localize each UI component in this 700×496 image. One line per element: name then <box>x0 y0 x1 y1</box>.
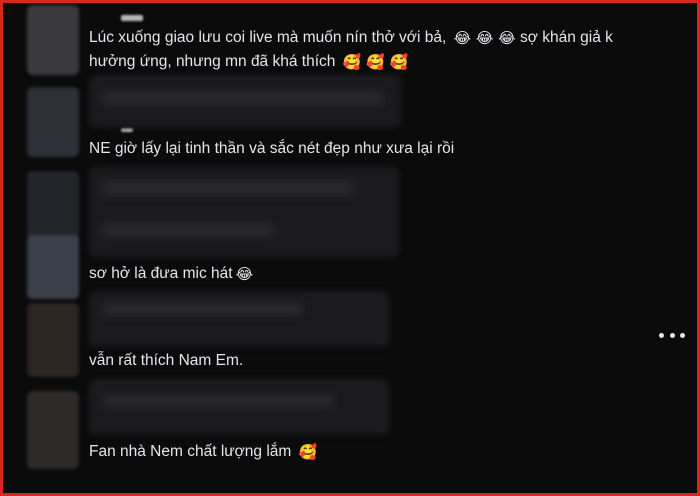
comment-text-part: NE giờ lấy lại tinh thần và sắc nét đẹp … <box>89 140 455 157</box>
emoji: 😂 <box>235 265 254 283</box>
avatar[interactable] <box>27 303 79 377</box>
avatar[interactable] <box>27 171 79 241</box>
comment-text-part: sơ hở là đưa mic hát <box>89 265 233 282</box>
comment-text-part: Lúc xuống giao lưu coi live mà muốn nín … <box>89 29 447 46</box>
emoji: 🥰 🥰 🥰 <box>342 53 409 71</box>
redacted-text-line <box>103 303 303 315</box>
dot <box>659 332 664 338</box>
redacted-text-line <box>103 395 333 407</box>
redacted-text-line <box>103 181 353 195</box>
redacted-comment-block <box>89 291 389 347</box>
comment-text: vẫn rất thích Nam Em. <box>89 349 243 372</box>
comment-text: Lúc xuống giao lưu coi live mà muốn nín … <box>89 26 613 74</box>
redacted-text-line <box>103 91 383 105</box>
comment-text: sơ hở là đưa mic hát 😂 <box>89 262 253 286</box>
comment-text-part: vẫn rất thích Nam Em. <box>89 352 244 369</box>
avatar[interactable] <box>27 5 79 75</box>
redacted-text-line <box>103 223 273 237</box>
redacted-comment-block <box>89 379 389 435</box>
comment-text-part: sợ khán giả k <box>520 29 613 46</box>
avatar[interactable] <box>27 235 79 299</box>
author-name-redacted <box>121 15 143 21</box>
comment-text: Fan nhà Nem chất lượng lắm 🥰 <box>89 440 317 464</box>
avatar[interactable] <box>27 87 79 157</box>
more-options-icon[interactable] <box>659 325 685 345</box>
comment-text-part: Fan nhà Nem chất lượng lắm <box>89 443 292 460</box>
emoji: 🥰 <box>298 443 318 461</box>
comment-thread-frame: Lúc xuống giao lưu coi live mà muốn nín … <box>0 0 700 496</box>
dot <box>669 332 675 338</box>
avatar[interactable] <box>27 391 79 469</box>
author-name-redacted <box>121 128 133 132</box>
comment-text: NE giờ lấy lại tinh thần và sắc nét đẹp … <box>89 137 454 160</box>
emoji: 😂 😂 😂 <box>453 29 516 47</box>
dot <box>680 332 685 338</box>
comment-text-part: hưởng ứng, nhưng mn đã khá thích <box>89 53 336 70</box>
